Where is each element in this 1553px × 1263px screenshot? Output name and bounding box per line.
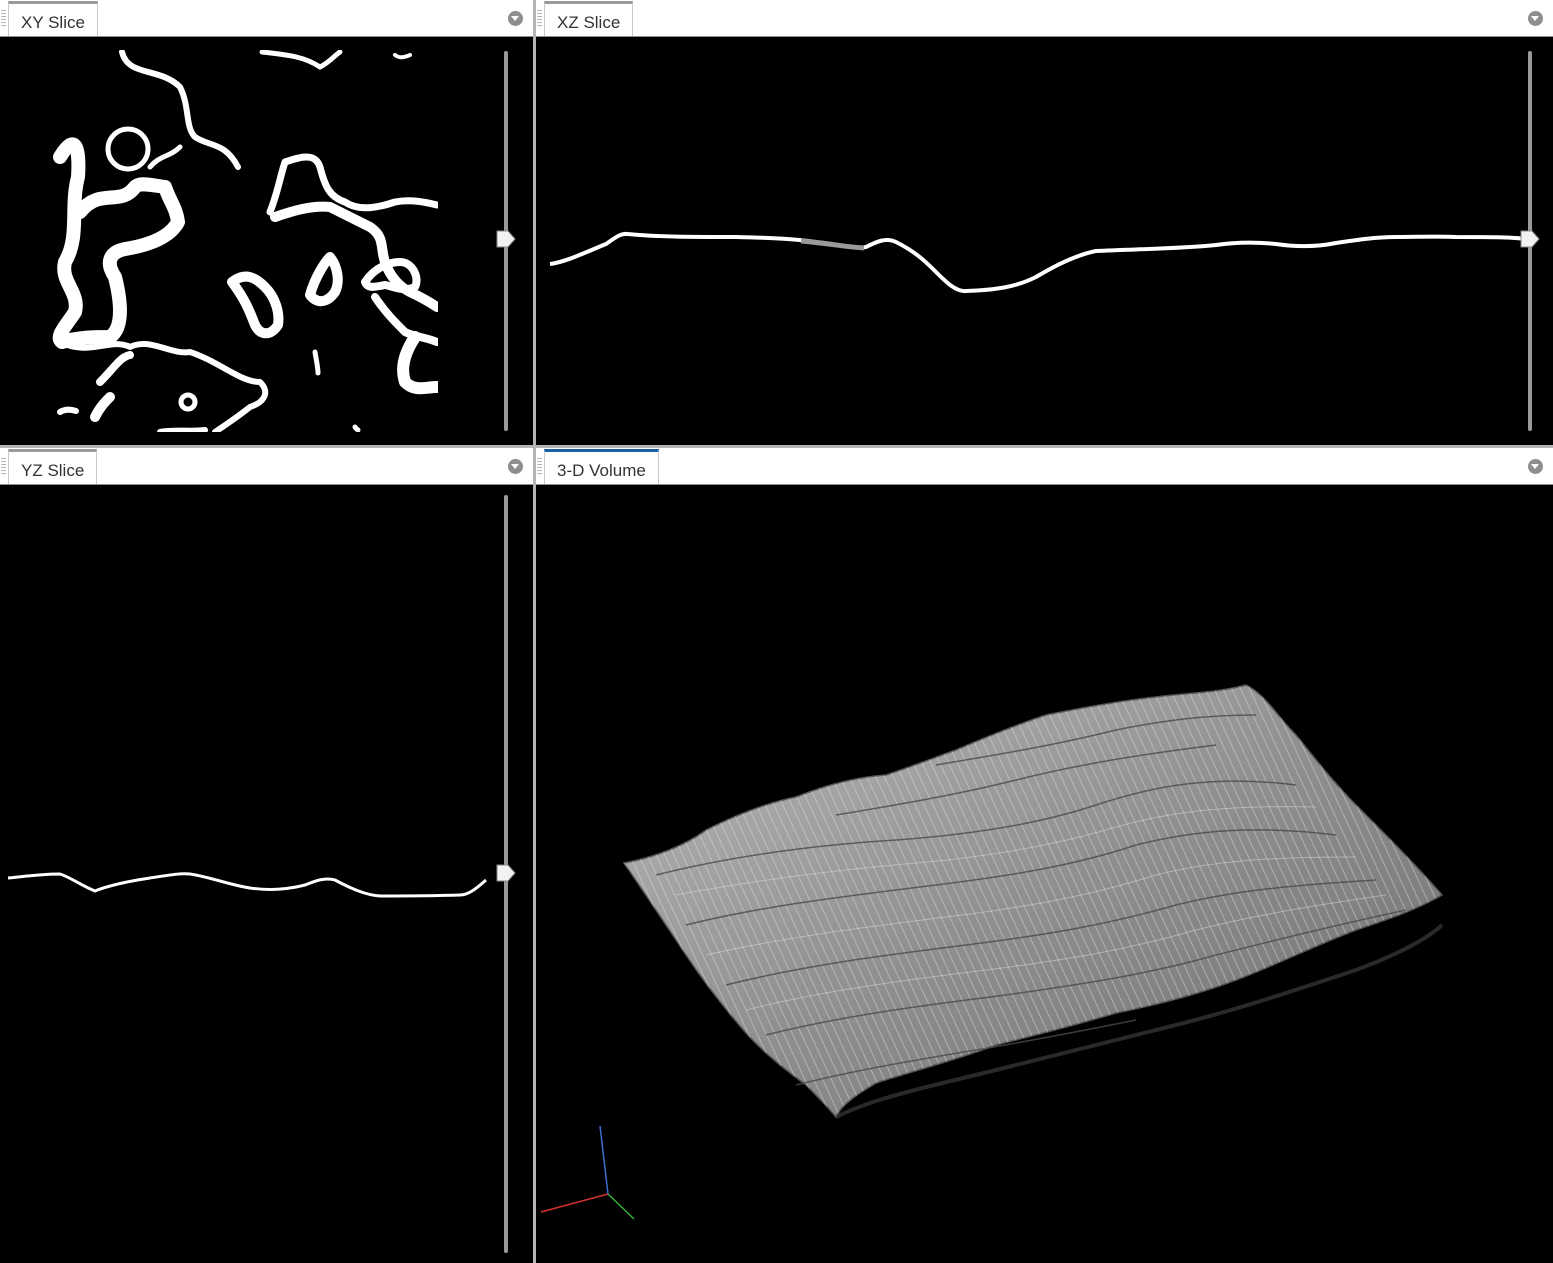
drag-grip-icon[interactable] — [1, 458, 6, 474]
xz-slice-slider-thumb[interactable] — [1520, 230, 1540, 248]
drag-grip-icon[interactable] — [537, 10, 542, 26]
yz-slice-image — [7, 872, 487, 898]
xy-slice-view[interactable] — [0, 37, 533, 445]
volume-render — [540, 684, 1444, 1220]
drag-grip-icon[interactable] — [1, 10, 6, 26]
xz-slice-header: XZ Slice — [536, 0, 1553, 37]
xz-slice-view[interactable] — [536, 37, 1553, 445]
tab-xy-slice[interactable]: XY Slice — [8, 1, 98, 36]
xz-slice-panel: XZ Slice — [536, 0, 1553, 445]
tab-xz-slice[interactable]: XZ Slice — [544, 1, 634, 36]
xz-slice-image — [549, 231, 1527, 294]
xy-slice-header: XY Slice — [0, 0, 533, 37]
vertical-splitter[interactable] — [533, 0, 536, 1263]
tab-yz-slice[interactable]: YZ Slice — [8, 449, 98, 484]
yz-slice-view[interactable] — [0, 485, 533, 1263]
panel-menu-icon[interactable] — [508, 11, 523, 26]
panel-menu-icon[interactable] — [1528, 459, 1543, 474]
drag-grip-icon[interactable] — [537, 458, 542, 474]
panel-menu-icon[interactable] — [508, 459, 523, 474]
yz-slice-panel: YZ Slice — [0, 448, 533, 1263]
volume-view[interactable] — [536, 485, 1553, 1263]
axes-triad — [540, 1125, 635, 1220]
xy-slice-panel: XY Slice — [0, 0, 533, 445]
volume-header: 3-D Volume — [536, 448, 1553, 485]
yz-slice-slider-thumb[interactable] — [496, 864, 516, 882]
yz-slice-header: YZ Slice — [0, 448, 533, 485]
xy-slice-image — [0, 37, 533, 445]
xy-slice-slider-thumb[interactable] — [496, 230, 516, 248]
panel-menu-icon[interactable] — [1528, 11, 1543, 26]
horizontal-splitter[interactable] — [0, 445, 1553, 448]
volume-panel: 3-D Volume — [536, 448, 1553, 1263]
tab-3d-volume[interactable]: 3-D Volume — [544, 449, 659, 484]
